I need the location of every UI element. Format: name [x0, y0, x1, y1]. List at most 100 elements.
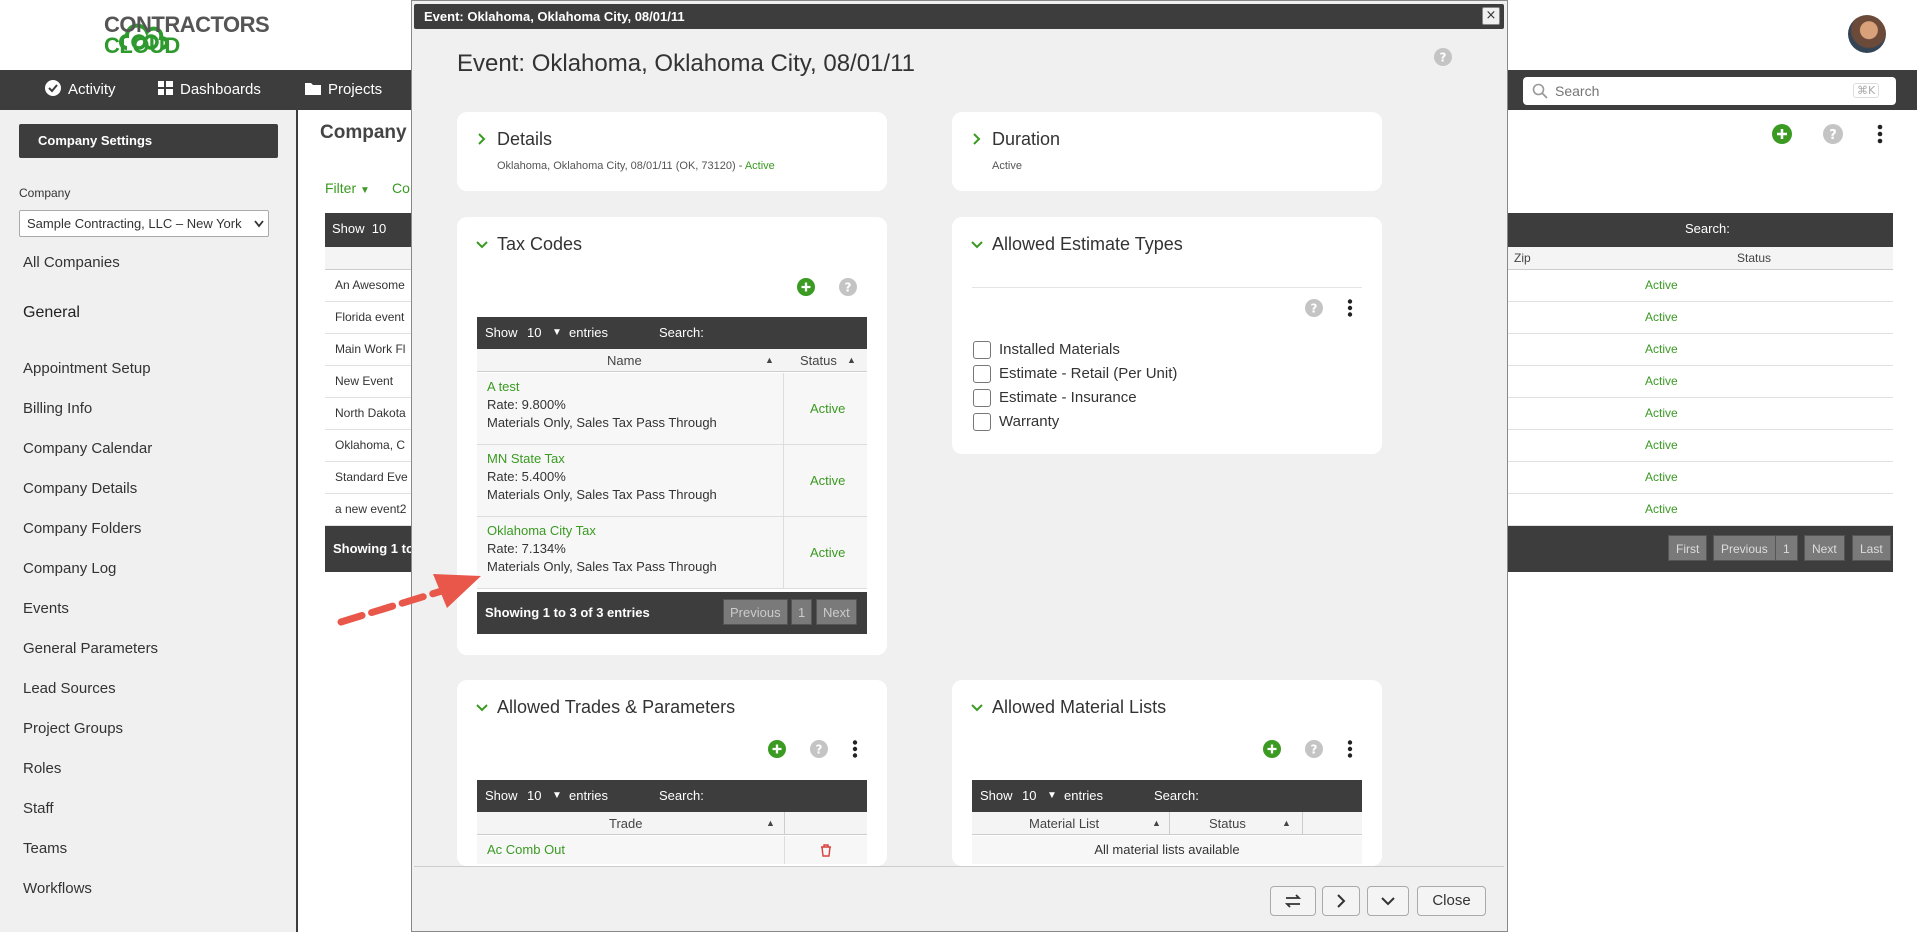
sidebar-item-company-details[interactable]: Company Details [23, 480, 137, 497]
pager-next[interactable]: Next [1804, 535, 1845, 561]
add-tax-code-icon[interactable] [797, 278, 815, 296]
checkbox[interactable] [973, 365, 991, 383]
pager-page-1[interactable]: 1 [1775, 535, 1798, 561]
material-lists-length-select[interactable]: 10 [1022, 788, 1036, 803]
search-input[interactable] [1555, 81, 1845, 101]
modal-close-x-button[interactable]: × [1482, 7, 1500, 25]
chevron-right-icon[interactable] [476, 133, 488, 145]
checkbox[interactable] [973, 341, 991, 359]
nav-projects[interactable]: Projects [305, 70, 382, 110]
sidebar-item-workflows[interactable]: Workflows [23, 880, 92, 897]
sidebar-item-company-log[interactable]: Company Log [23, 560, 116, 577]
tax-codes-length-select[interactable]: 10 [527, 325, 541, 340]
sidebar-item-billing-info[interactable]: Billing Info [23, 400, 92, 417]
columns-dropdown[interactable]: Co [392, 180, 410, 196]
row-name[interactable]: Standard Eve [335, 470, 408, 484]
pager-previous[interactable]: Previous [723, 599, 788, 625]
table-row[interactable]: Oklahoma City Tax Rate: 7.134% Materials… [477, 517, 867, 589]
user-avatar[interactable] [1848, 15, 1886, 53]
chevron-right-icon[interactable] [971, 133, 983, 145]
more-vertical-icon[interactable] [1347, 299, 1353, 317]
nav-dashboards[interactable]: Dashboards [158, 70, 261, 110]
col-zip[interactable]: Zip [1514, 251, 1531, 265]
table-row[interactable]: MN State Tax Rate: 5.400% Materials Only… [477, 445, 867, 517]
sidebar-item-lead-sources[interactable]: Lead Sources [23, 680, 116, 697]
estimate-types-title[interactable]: Allowed Estimate Types [992, 234, 1183, 255]
sidebar-item-events[interactable]: Events [23, 600, 69, 617]
tax-codes-title[interactable]: Tax Codes [497, 234, 582, 255]
help-icon[interactable]: ? [1823, 124, 1843, 144]
more-vertical-icon[interactable] [1347, 740, 1353, 758]
row-status: Active [1645, 470, 1678, 484]
col-material-list[interactable]: Material List [1029, 816, 1099, 831]
table-row[interactable]: A test Rate: 9.800% Materials Only, Sale… [477, 373, 867, 445]
sidebar-item-company-folders[interactable]: Company Folders [23, 520, 141, 537]
chevron-down-icon[interactable] [971, 702, 983, 714]
pager-last[interactable]: Last [1852, 535, 1891, 561]
pager-first[interactable]: First [1668, 535, 1708, 561]
swap-button[interactable] [1270, 886, 1316, 916]
col-status[interactable]: Status [1209, 816, 1246, 831]
tax-code-name[interactable]: A test [487, 379, 520, 394]
events-length-select[interactable]: Show 10 [332, 221, 386, 236]
help-icon[interactable]: ? [810, 740, 828, 758]
row-name[interactable]: An Awesome [335, 278, 405, 292]
row-name[interactable]: a new event2 [335, 502, 406, 516]
sidebar-item-appointment-setup[interactable]: Appointment Setup [23, 360, 151, 377]
trade-name[interactable]: Ac Comb Out [487, 842, 565, 857]
pager-page-1[interactable]: 1 [791, 599, 813, 625]
more-vertical-icon[interactable] [852, 740, 858, 758]
nav-activity[interactable]: Activity [45, 70, 116, 110]
company-select[interactable]: Sample Contracting, LLC – New York [19, 210, 269, 237]
trades-length-select[interactable]: 10 [527, 788, 541, 803]
tax-code-name[interactable]: Oklahoma City Tax [487, 523, 596, 538]
help-icon[interactable]: ? [1305, 299, 1323, 317]
next-button[interactable] [1322, 886, 1360, 916]
row-name[interactable]: Florida event [335, 310, 404, 324]
pager-next[interactable]: Next [816, 599, 857, 625]
row-name[interactable]: Main Work Fl [335, 342, 405, 356]
more-vertical-icon[interactable] [1876, 124, 1884, 144]
add-material-list-icon[interactable] [1263, 740, 1281, 758]
row-name[interactable]: Oklahoma, C [335, 438, 405, 452]
trades-title[interactable]: Allowed Trades & Parameters [497, 697, 735, 718]
pager-previous[interactable]: Previous [1713, 535, 1776, 561]
material-lists-title[interactable]: Allowed Material Lists [992, 697, 1166, 718]
col-status[interactable]: Status [1737, 251, 1771, 265]
global-search[interactable]: ⌘K [1523, 77, 1896, 105]
col-name[interactable]: Name [607, 353, 642, 368]
trash-icon[interactable] [820, 844, 832, 857]
sidebar-item-general-parameters[interactable]: General Parameters [23, 640, 158, 657]
add-icon[interactable] [1772, 124, 1792, 144]
checkbox[interactable] [973, 413, 991, 431]
sidebar-item-all-companies[interactable]: All Companies [23, 254, 120, 271]
sidebar-item-company-calendar[interactable]: Company Calendar [23, 440, 152, 457]
close-button[interactable]: Close [1417, 886, 1486, 916]
checkbox[interactable] [973, 389, 991, 407]
col-trade[interactable]: Trade [609, 816, 642, 831]
help-icon[interactable]: ? [1434, 48, 1452, 66]
show-count: 10 [371, 221, 387, 236]
modal-titlebar[interactable]: Event: Oklahoma, Oklahoma City, 08/01/11 [414, 4, 1504, 29]
chevron-down-icon[interactable] [476, 702, 488, 714]
company-settings-button[interactable]: Company Settings [19, 124, 278, 158]
row-name[interactable]: North Dakota [335, 406, 406, 420]
col-status[interactable]: Status [800, 353, 837, 368]
sidebar-item-roles[interactable]: Roles [23, 760, 61, 777]
help-icon[interactable]: ? [1305, 740, 1323, 758]
duration-title[interactable]: Duration [992, 129, 1060, 150]
chevron-down-icon[interactable] [971, 239, 983, 251]
sidebar-item-project-groups[interactable]: Project Groups [23, 720, 123, 737]
checkbox-label: Installed Materials [999, 341, 1120, 358]
add-trade-icon[interactable] [768, 740, 786, 758]
sidebar-item-staff[interactable]: Staff [23, 800, 54, 817]
sidebar-item-teams[interactable]: Teams [23, 840, 67, 857]
row-name[interactable]: New Event [335, 374, 393, 388]
table-row[interactable]: Ac Comb Out [477, 836, 867, 864]
chevron-down-icon[interactable] [476, 239, 488, 251]
tax-code-name[interactable]: MN State Tax [487, 451, 565, 466]
filter-dropdown[interactable]: Filter ▼ [325, 180, 370, 196]
expand-button[interactable] [1367, 886, 1409, 916]
help-icon[interactable]: ? [839, 278, 857, 296]
details-title[interactable]: Details [497, 129, 552, 150]
